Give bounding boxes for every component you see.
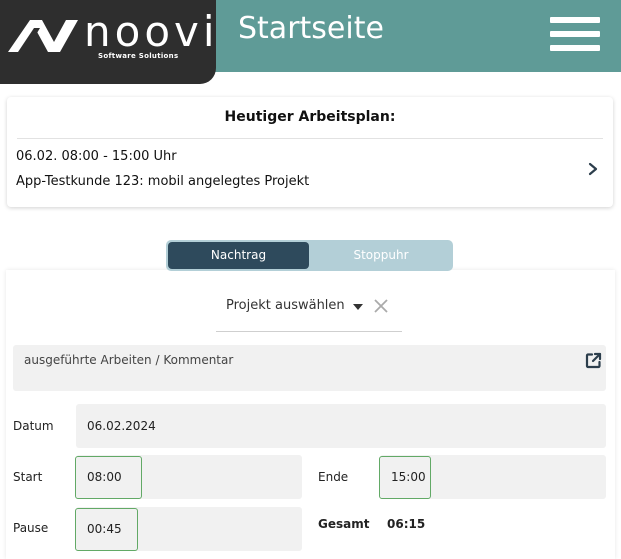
- noovi-logo-mark-icon: [8, 20, 78, 58]
- external-link-icon[interactable]: [585, 352, 602, 369]
- comment-placeholder: ausgeführte Arbeiten / Kommentar: [24, 353, 234, 367]
- pause-time-input[interactable]: 00:45: [75, 508, 138, 551]
- hamburger-menu-icon[interactable]: [550, 17, 600, 51]
- pause-label: Pause: [13, 521, 49, 535]
- close-icon[interactable]: [373, 298, 389, 314]
- total-label: Gesamt: [318, 517, 370, 531]
- logo-wordmark: noovi: [84, 7, 219, 56]
- tab-nachtrag[interactable]: Nachtrag: [168, 242, 309, 269]
- project-select[interactable]: Projekt auswählen: [216, 292, 402, 332]
- work-plan-time: 06.02. 08:00 - 15:00 Uhr: [16, 149, 177, 164]
- work-plan-card: Heutiger Arbeitsplan: 06.02. 08:00 - 15:…: [7, 97, 613, 207]
- mode-toggle: Nachtrag Stoppuhr: [166, 240, 453, 271]
- logo[interactable]: noovi Software Solutions: [0, 0, 216, 84]
- total-value: 06:15: [387, 517, 426, 531]
- date-label: Datum: [13, 419, 54, 433]
- chevron-right-icon[interactable]: [586, 161, 600, 177]
- project-select-label: Projekt auswählen: [226, 298, 345, 313]
- logo-tagline: Software Solutions: [98, 52, 179, 60]
- work-plan-title: Heutiger Arbeitsplan:: [224, 109, 396, 125]
- end-time-input[interactable]: 15:00: [379, 456, 431, 499]
- comment-field[interactable]: ausgeführte Arbeiten / Kommentar: [13, 345, 606, 391]
- end-label: Ende: [318, 470, 349, 484]
- caret-down-icon: [353, 304, 363, 310]
- work-plan-entry[interactable]: 06.02. 08:00 - 15:00 Uhr App-Testkunde 1…: [7, 139, 613, 205]
- start-label: Start: [13, 470, 43, 484]
- work-plan-project: App-Testkunde 123: mobil angelegtes Proj…: [16, 174, 310, 189]
- page-title: Startseite: [238, 11, 384, 46]
- date-field[interactable]: 06.02.2024: [76, 404, 606, 448]
- tab-stoppuhr[interactable]: Stoppuhr: [311, 240, 451, 271]
- start-time-input[interactable]: 08:00: [75, 456, 142, 499]
- date-value: 06.02.2024: [87, 419, 156, 433]
